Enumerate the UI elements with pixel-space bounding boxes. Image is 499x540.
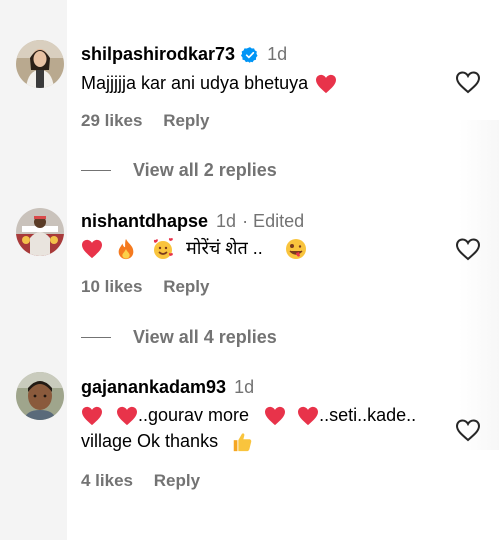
- heart-emoji-icon: [298, 407, 319, 426]
- comment-text: Majjjjja kar ani udya bhetuya: [81, 70, 337, 96]
- comment-text-part: village Ok thanks: [81, 431, 219, 451]
- reply-button[interactable]: Reply: [154, 471, 200, 490]
- view-replies-button[interactable]: View all 2 replies: [81, 160, 277, 181]
- fire-emoji-icon: [118, 239, 134, 260]
- comment-text-marathi: मोरेंचं शेत ..: [186, 238, 263, 258]
- edited-label: · Edited: [242, 211, 305, 231]
- username[interactable]: gajanankadam93: [81, 377, 226, 398]
- comment-text: ..gourav more ..seti..kade.. village Ok …: [81, 402, 416, 454]
- username[interactable]: shilpashirodkar73: [81, 44, 235, 65]
- verified-badge-icon: [241, 46, 258, 63]
- comment-text-line: Majjjjja kar ani udya bhetuya: [81, 73, 309, 93]
- avatar[interactable]: [16, 40, 64, 88]
- comment-text-part: ..gourav more: [138, 405, 250, 425]
- view-replies-label: View all 4 replies: [133, 327, 277, 347]
- comment-text-part: ..seti..kade..: [319, 405, 417, 425]
- timestamp[interactable]: 1d: [234, 377, 254, 398]
- view-replies-label: View all 2 replies: [133, 160, 277, 180]
- right-margin: [459, 120, 499, 450]
- heart-emoji-icon: [316, 75, 337, 94]
- heart-emoji-icon: [117, 407, 138, 426]
- heart-emoji-icon: [82, 407, 102, 426]
- zany-face-emoji-icon: [285, 239, 306, 260]
- divider: [81, 337, 111, 338]
- avatar[interactable]: [16, 208, 64, 256]
- like-heart-icon[interactable]: [455, 70, 481, 94]
- like-heart-icon[interactable]: [455, 418, 481, 442]
- like-heart-icon[interactable]: [455, 237, 481, 261]
- comment-text: मोरेंचं शेत ..: [81, 235, 308, 261]
- smiling-face-with-hearts-icon: [153, 238, 173, 260]
- heart-emoji-icon: [265, 407, 286, 426]
- reply-button[interactable]: Reply: [163, 277, 209, 296]
- avatar[interactable]: [16, 372, 64, 420]
- view-replies-button[interactable]: View all 4 replies: [81, 327, 277, 348]
- likes-count[interactable]: 10 likes: [81, 277, 142, 296]
- likes-count[interactable]: 4 likes: [81, 471, 133, 490]
- timestamp[interactable]: 1d: [267, 44, 287, 65]
- username[interactable]: nishantdhapse: [81, 211, 208, 232]
- timestamp[interactable]: 1d: [216, 211, 236, 232]
- reply-button[interactable]: Reply: [163, 111, 209, 130]
- heart-emoji-icon: [82, 240, 102, 259]
- likes-count[interactable]: 29 likes: [81, 111, 142, 130]
- thumbs-up-emoji-icon: [233, 433, 252, 452]
- divider: [81, 170, 111, 171]
